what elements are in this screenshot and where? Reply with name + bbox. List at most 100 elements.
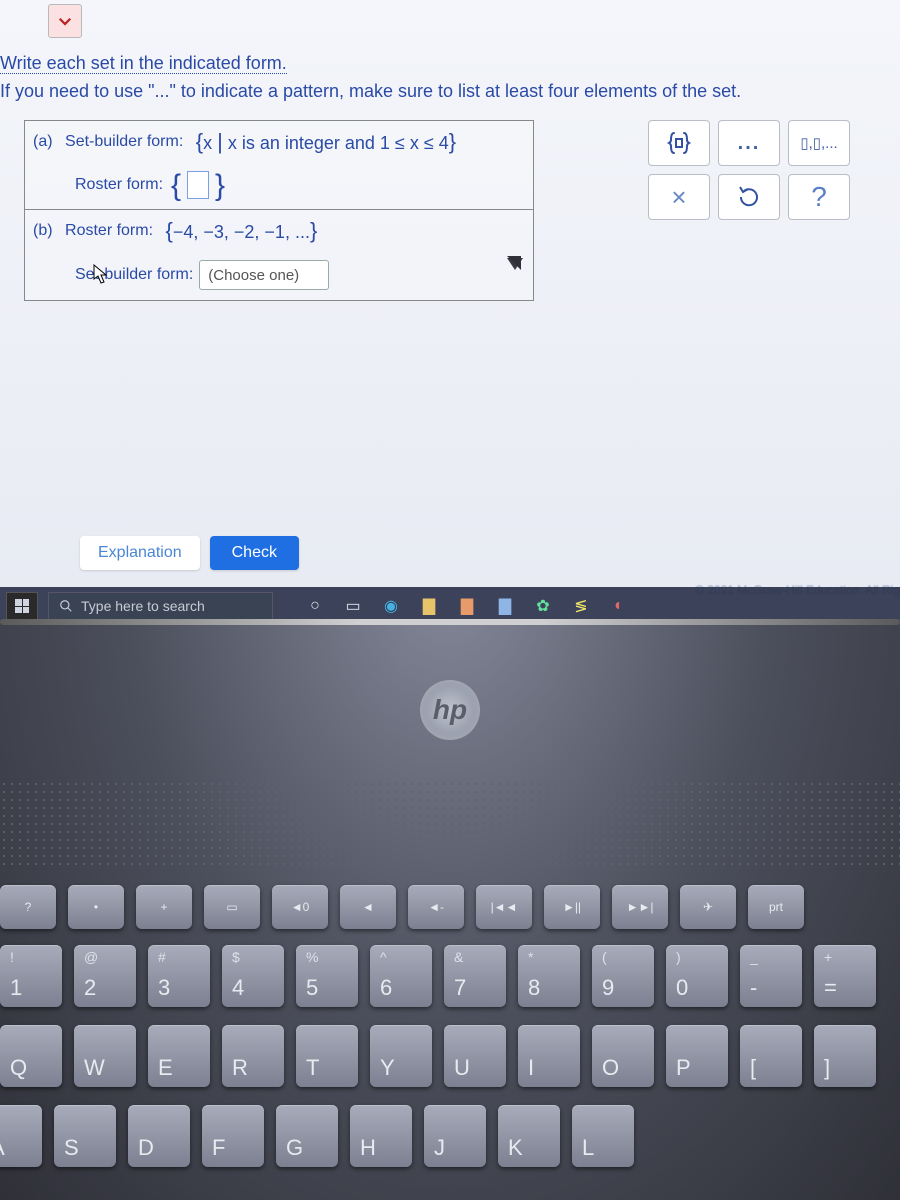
problem-frame: (a) Set-builder form: {x | x is an integ… <box>24 120 534 301</box>
choose-placeholder: (Choose one) <box>208 267 299 284</box>
keyboard-key: P <box>666 1025 728 1087</box>
keyboard-key: @2 <box>74 945 136 1007</box>
windows-logo-icon <box>15 599 29 613</box>
part-a-label: (a) <box>33 133 53 151</box>
setbuilder-choose-dropdown[interactable]: (Choose one) <box>199 260 329 290</box>
x-icon: × <box>671 182 686 213</box>
keyboard-key: A <box>0 1105 42 1167</box>
keyboard-num-row: !1@2#3$4%5^6&7*8(9)0_-+= <box>0 945 876 1007</box>
search-placeholder: Type here to search <box>81 598 205 614</box>
roster-input[interactable]: { } <box>171 171 225 199</box>
keyboard-key: (9 <box>592 945 654 1007</box>
keyboard-key: R <box>222 1025 284 1087</box>
part-a-roster-row: Roster form: { } <box>25 163 533 209</box>
tool-panel: ... ▯,▯,... × ? <box>648 120 850 220</box>
tool-list-pattern[interactable]: ▯,▯,... <box>788 120 850 166</box>
tool-clear[interactable]: × <box>648 174 710 220</box>
keyboard-key: += <box>814 945 876 1007</box>
keyboard-key: ►|| <box>544 885 600 929</box>
keyboard-key: #3 <box>148 945 210 1007</box>
tool-help[interactable]: ? <box>788 174 850 220</box>
search-icon <box>59 599 73 613</box>
task-view-icon[interactable]: ▭ <box>341 594 365 618</box>
keyboard-key: %5 <box>296 945 358 1007</box>
roster-form-label: Roster form: <box>75 176 163 194</box>
app-icon-2[interactable]: ◐ <box>607 594 631 618</box>
tool-ellipsis[interactable]: ... <box>718 120 780 166</box>
keyboard-key: ^6 <box>370 945 432 1007</box>
top-dropdown[interactable] <box>48 4 82 38</box>
instruction-line2: If you need to use "..." to indicate a p… <box>0 81 741 101</box>
keyboard-key: ◄0 <box>272 885 328 929</box>
keyboard-key: K <box>498 1105 560 1167</box>
edge-icon[interactable]: ◉ <box>379 594 403 618</box>
keyboard-key: Q <box>0 1025 62 1087</box>
set-brackets-icon <box>665 129 693 157</box>
keyboard-q-row: QWERTYUIOP[] <box>0 1025 876 1087</box>
dropdown-corner-icon[interactable] <box>507 258 523 270</box>
tool-set-brackets[interactable] <box>648 120 710 166</box>
keyboard-key: ◄- <box>408 885 464 929</box>
action-buttons: Explanation Check <box>80 536 299 570</box>
settings-icon[interactable]: ✿ <box>531 594 555 618</box>
keyboard-key: |◄◄ <box>476 885 532 929</box>
keyboard-key: U <box>444 1025 506 1087</box>
tool-reset[interactable] <box>718 174 780 220</box>
part-b-label: (b) <box>33 222 53 240</box>
start-button[interactable] <box>6 592 38 620</box>
keyboard-key: H <box>350 1105 412 1167</box>
keyboard-key: E <box>148 1025 210 1087</box>
keyboard-key: ►►| <box>612 885 668 929</box>
ellipsis-icon: ... <box>738 132 761 155</box>
keyboard-key: • <box>68 885 124 929</box>
keyboard-key: O <box>592 1025 654 1087</box>
check-button[interactable]: Check <box>210 536 299 570</box>
part-b-builder-row: Set-builder form: (Choose one) <box>25 252 533 300</box>
keyboard-key: L <box>572 1105 634 1167</box>
part-a-expression: {x | x is an integer and 1 ≤ x ≤ 4} <box>196 129 456 155</box>
part-b-title: Roster form: <box>65 222 153 240</box>
keyboard-a-row: ASDFGHJKL <box>0 1105 634 1167</box>
part-b-header: (b) Roster form: {−4, −3, −2, −1, ...} <box>25 210 533 252</box>
keyboard-key: F <box>202 1105 264 1167</box>
screen-hinge-bar <box>0 619 900 625</box>
keyboard-key: )0 <box>666 945 728 1007</box>
taskbar-search[interactable]: Type here to search <box>48 592 273 620</box>
roster-input-box[interactable] <box>187 171 209 199</box>
cortana-icon[interactable]: ○ <box>303 594 327 618</box>
part-b-expression: {−4, −3, −2, −1, ...} <box>165 218 317 244</box>
keyboard-key: ▭ <box>204 885 260 929</box>
keyboard-key: [ <box>740 1025 802 1087</box>
question-icon: ? <box>811 181 827 213</box>
keyboard-key: *8 <box>518 945 580 1007</box>
keyboard-key: ? <box>0 885 56 929</box>
part-a-header: (a) Set-builder form: {x | x is an integ… <box>25 121 533 163</box>
instruction-line1: Write each set in the indicated form. <box>0 53 287 73</box>
keyboard-key: G <box>276 1105 338 1167</box>
keyboard-key: $4 <box>222 945 284 1007</box>
app-icon-1[interactable]: ≶ <box>569 594 593 618</box>
mouse-cursor-icon <box>93 264 109 286</box>
keyboard-key: J <box>424 1105 486 1167</box>
keyboard-key: D <box>128 1105 190 1167</box>
instructions-text: Write each set in the indicated form. If… <box>0 50 890 106</box>
keyboard-key: S <box>54 1105 116 1167</box>
speaker-grille <box>0 780 900 870</box>
keyboard-key: _- <box>740 945 802 1007</box>
pattern-icon: ▯,▯,... <box>800 134 837 152</box>
keyboard-key: &7 <box>444 945 506 1007</box>
mail-icon[interactable]: ▇ <box>493 594 517 618</box>
part-a-title: Set-builder form: <box>65 133 183 151</box>
keyboard-key: ✈ <box>680 885 736 929</box>
keyboard-key: !1 <box>0 945 62 1007</box>
explanation-button[interactable]: Explanation <box>80 536 200 570</box>
keyboard-key: ] <box>814 1025 876 1087</box>
keyboard-key: prt <box>748 885 804 929</box>
keyboard-key: ◄ <box>340 885 396 929</box>
file-explorer-icon[interactable]: ▇ <box>417 594 441 618</box>
keyboard-fn-row: ?•+▭◄0◄◄-|◄◄►||►►|✈prt <box>0 885 804 929</box>
keyboard-key: Y <box>370 1025 432 1087</box>
reset-icon <box>736 184 762 210</box>
store-icon[interactable]: ▇ <box>455 594 479 618</box>
keyboard-key: I <box>518 1025 580 1087</box>
